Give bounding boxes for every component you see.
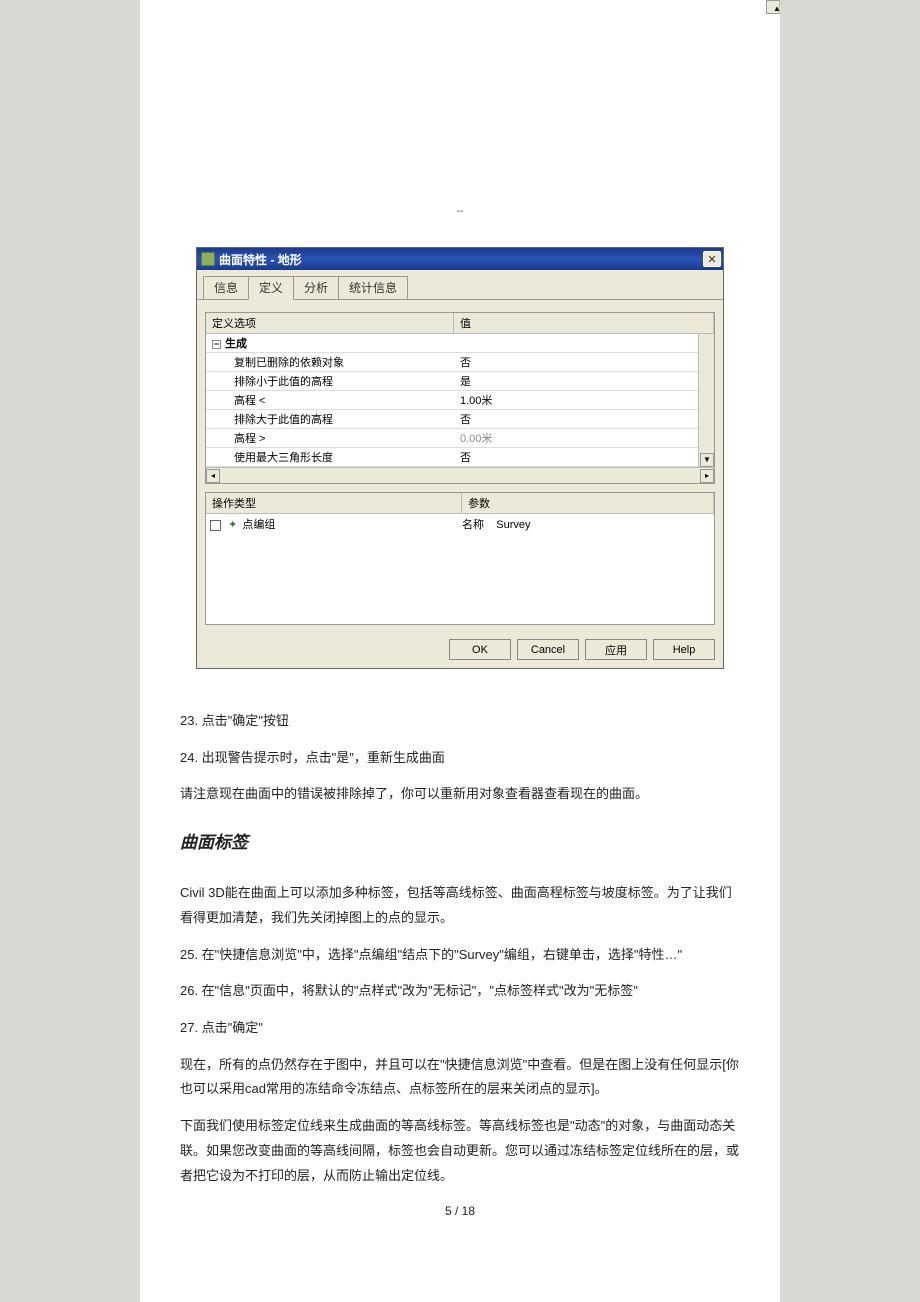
help-button[interactable]: Help [653, 639, 715, 660]
step-26: 26. 在"信息"页面中，将默认的"点样式"改为"无标记"，"点标签样式"改为"… [180, 979, 740, 1004]
scroll-left-button[interactable]: ◂ [206, 469, 220, 483]
close-button[interactable]: ✕ [703, 251, 721, 267]
dialog-icon [201, 252, 215, 266]
note-paragraph: 请注意现在曲面中的错误被排除掉了，你可以重新用对象查看器查看现在的曲面。 [180, 782, 740, 807]
apply-button[interactable]: 应用 [585, 639, 647, 660]
option-value[interactable]: 是 [454, 372, 714, 390]
scroll-right-button[interactable]: ▸ [700, 469, 714, 483]
option-value: 0.00米 [454, 429, 714, 447]
operation-type-grid: 操作类型 参数 ✦ 点编组 名称 Survey [205, 492, 715, 625]
option-label: 使用最大三角形长度 [206, 448, 454, 466]
dash-marker: -- [140, 206, 780, 217]
page-number: 5 / 18 [180, 1200, 740, 1223]
scroll-up-button[interactable]: ▲ [766, 0, 780, 14]
section-title-labels: 曲面标签 [180, 827, 740, 859]
group-label: 生成 [225, 338, 247, 350]
param-label: 名称 [462, 519, 484, 531]
option-row[interactable]: 排除小于此值的高程 是 [206, 372, 714, 391]
option-value[interactable]: 否 [454, 448, 714, 466]
header-params[interactable]: 参数 [462, 493, 714, 513]
option-label: 排除大于此值的高程 [206, 410, 454, 428]
option-label: 排除小于此值的高程 [206, 372, 454, 390]
tab-info[interactable]: 信息 [203, 276, 249, 299]
header-option[interactable]: 定义选项 [206, 313, 454, 333]
definition-options-grid: 定义选项 值 ▲ −生成 复制已删除的依赖对象 否 排除小于此值的高程 [205, 312, 715, 484]
operation-row[interactable]: ✦ 点编组 名称 Survey [206, 514, 714, 534]
surface-properties-dialog: 曲面特性 - 地形 ✕ 信息 定义 分析 统计信息 定义选项 值 ▲ −生成 [196, 247, 724, 669]
header-optype[interactable]: 操作类型 [206, 493, 462, 513]
horizontal-scrollbar[interactable]: ◂ ▸ [206, 467, 714, 483]
vertical-scrollbar[interactable]: ▼ [698, 334, 714, 467]
tab-definition[interactable]: 定义 [248, 276, 294, 300]
dialog-titlebar[interactable]: 曲面特性 - 地形 ✕ [197, 248, 723, 270]
group-row-build[interactable]: −生成 [206, 334, 714, 353]
dialog-title: 曲面特性 - 地形 [219, 251, 703, 268]
option-value[interactable]: 否 [454, 353, 714, 371]
cancel-button[interactable]: Cancel [517, 639, 579, 660]
option-label: 高程 > [206, 429, 454, 447]
option-row[interactable]: 使用最大三角形长度 否 [206, 448, 714, 467]
point-group-icon: ✦ [228, 519, 237, 531]
option-row[interactable]: 高程 < 1.00米 [206, 391, 714, 410]
document-body: 23. 点击"确定"按钮 24. 出现警告提示时，点击"是"，重新生成曲面 请注… [140, 689, 780, 1223]
step-23: 23. 点击"确定"按钮 [180, 709, 740, 734]
step-27: 27. 点击"确定" [180, 1016, 740, 1041]
option-value[interactable]: 否 [454, 410, 714, 428]
scroll-down-button[interactable]: ▼ [700, 453, 714, 467]
ok-button[interactable]: OK [449, 639, 511, 660]
option-row[interactable]: 复制已删除的依赖对象 否 [206, 353, 714, 372]
param-value: Survey [496, 519, 530, 531]
option-label: 复制已删除的依赖对象 [206, 353, 454, 371]
tab-strip: 信息 定义 分析 统计信息 [197, 270, 723, 300]
option-value[interactable]: 1.00米 [454, 391, 714, 409]
option-row[interactable]: 排除大于此值的高程 否 [206, 410, 714, 429]
step-24: 24. 出现警告提示时，点击"是"，重新生成曲面 [180, 746, 740, 771]
intro-paragraph: Civil 3D能在曲面上可以添加多种标签，包括等高线标签、曲面高程标签与坡度标… [180, 881, 740, 930]
paragraph-2: 下面我们使用标签定位线来生成曲面的等高线标签。等高线标签也是"动态"的对象，与曲… [180, 1114, 740, 1188]
tab-statistics[interactable]: 统计信息 [338, 276, 408, 299]
operation-label: 点编组 [242, 519, 275, 531]
tab-analysis[interactable]: 分析 [293, 276, 339, 299]
operation-checkbox[interactable] [210, 520, 221, 531]
header-value[interactable]: 值 [454, 313, 714, 333]
collapse-icon[interactable]: − [212, 340, 221, 349]
option-label: 高程 < [206, 391, 454, 409]
paragraph-1: 现在，所有的点仍然存在于图中，并且可以在"快捷信息浏览"中查看。但是在图上没有任… [180, 1053, 740, 1102]
option-row[interactable]: 高程 > 0.00米 [206, 429, 714, 448]
step-25: 25. 在"快捷信息浏览"中，选择"点编组"结点下的"Survey"编组，右键单… [180, 943, 740, 968]
dialog-button-row: OK Cancel 应用 Help [197, 633, 723, 668]
